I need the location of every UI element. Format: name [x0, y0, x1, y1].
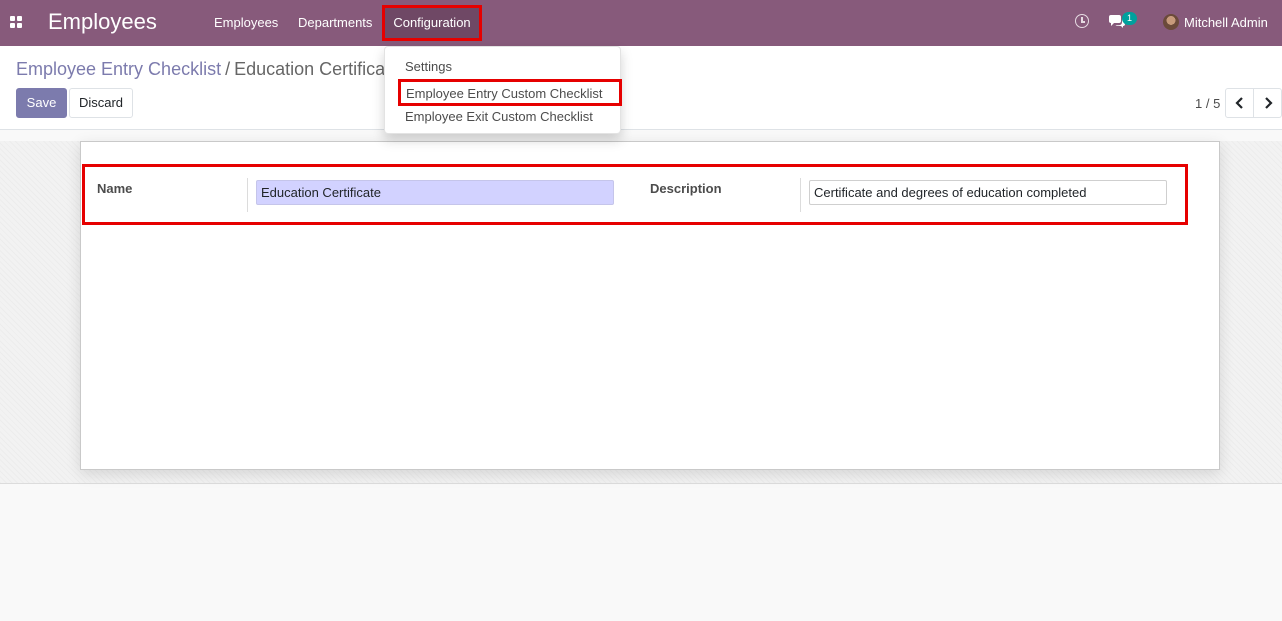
description-field[interactable]: Certificate and degrees of education com… [809, 180, 1167, 205]
top-navbar: Employees Employees Departments Configur… [0, 0, 1282, 46]
menu-employees[interactable]: Employees [214, 15, 278, 30]
pager-value[interactable]: 1 / 5 [1195, 96, 1220, 111]
chevron-right-icon [1265, 97, 1273, 109]
menu-item-entry-checklist[interactable]: Employee Entry Custom Checklist [398, 79, 622, 106]
field-divider [800, 178, 801, 212]
save-button[interactable]: Save [16, 88, 67, 118]
notification-badge: 1 [1122, 12, 1137, 25]
clock-icon[interactable] [1075, 14, 1089, 28]
discard-button[interactable]: Discard [69, 88, 133, 118]
pager-next-button[interactable] [1253, 88, 1282, 118]
apps-icon[interactable] [10, 16, 22, 28]
menu-item-exit-checklist[interactable]: Employee Exit Custom Checklist [405, 109, 593, 124]
description-label: Description [650, 181, 722, 196]
pager-previous-button[interactable] [1225, 88, 1254, 118]
menu-item-settings[interactable]: Settings [405, 59, 452, 74]
breadcrumb: Employee Entry Checklist / Education Certi… [16, 59, 400, 80]
user-menu[interactable]: Mitchell Admin [1184, 15, 1268, 30]
field-divider [247, 178, 248, 212]
name-label: Name [97, 181, 133, 196]
menu-departments[interactable]: Departments [298, 15, 372, 30]
chevron-left-icon [1235, 97, 1243, 109]
breadcrumb-parent-link[interactable]: Employee Entry Checklist [16, 59, 221, 79]
app-title[interactable]: Employees [48, 9, 157, 35]
breadcrumb-separator: / [225, 59, 231, 79]
control-panel: Employee Entry Checklist / Education Certi… [0, 46, 1282, 130]
avatar[interactable] [1163, 14, 1179, 30]
menu-configuration[interactable]: Configuration [382, 5, 482, 41]
name-field[interactable]: Education Certificate [256, 180, 614, 205]
configuration-dropdown: Settings Employee Entry Custom Checklist… [384, 46, 622, 134]
breadcrumb-current: Education Certificate [234, 59, 401, 79]
